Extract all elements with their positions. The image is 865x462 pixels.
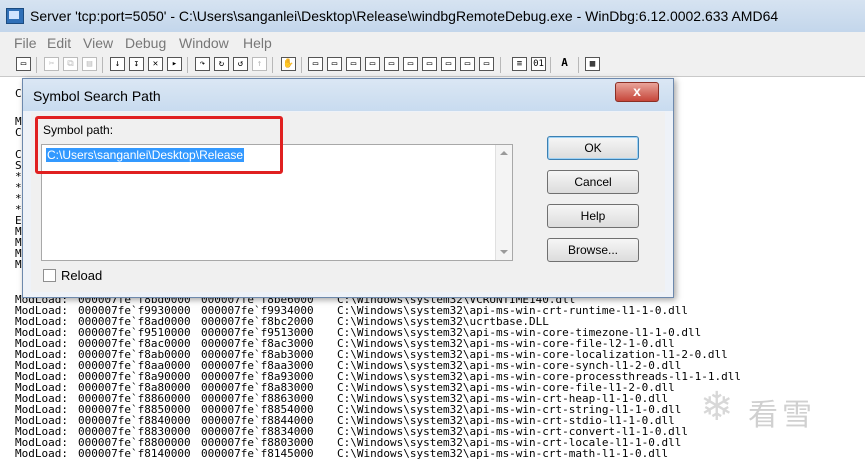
- step-out-icon[interactable]: ↷: [195, 57, 210, 71]
- snowflake-icon: ❄: [700, 385, 734, 429]
- copy-icon[interactable]: ⧉: [63, 57, 78, 71]
- menu-window[interactable]: Window: [179, 35, 229, 51]
- watermark-text: 看雪: [748, 399, 816, 432]
- window-title: Server 'tcp:port=5050' - C:\Users\sangan…: [30, 8, 779, 24]
- watch-icon[interactable]: ▭: [327, 57, 342, 71]
- hex-icon[interactable]: 01: [531, 57, 546, 71]
- menu-help[interactable]: Help: [243, 35, 272, 51]
- cmd-fragment: C: [15, 126, 22, 139]
- title-bar: Server 'tcp:port=5050' - C:\Users\sangan…: [0, 0, 865, 33]
- breakpoint-icon[interactable]: ↺: [233, 57, 248, 71]
- menu-edit[interactable]: Edit: [47, 35, 71, 51]
- locals-icon[interactable]: ▭: [346, 57, 361, 71]
- ok-button[interactable]: OK: [547, 136, 639, 160]
- command-icon[interactable]: ▭: [308, 57, 323, 71]
- go-icon[interactable]: ▸: [167, 57, 182, 71]
- cancel-button[interactable]: Cancel: [547, 170, 639, 194]
- reload-label: Reload: [61, 268, 103, 283]
- close-icon: x: [633, 83, 641, 99]
- menu-file[interactable]: File: [14, 35, 37, 51]
- disassembly-icon[interactable]: ▭: [422, 57, 437, 71]
- close-button[interactable]: x: [615, 82, 659, 102]
- symbol-search-path-dialog: Symbol Search Path x Symbol path: C:\Use…: [22, 78, 674, 298]
- dialog-title: Symbol Search Path: [33, 88, 161, 104]
- break-icon[interactable]: ✕: [148, 57, 163, 71]
- dialog-body: Symbol path: C:\Users\sanganlei\Desktop\…: [31, 112, 665, 292]
- reload-checkbox[interactable]: [43, 269, 56, 282]
- modload-label: ModLoad:: [15, 447, 68, 460]
- modload-start: 000007fe`f8140000: [78, 447, 191, 460]
- paste-icon[interactable]: ▤: [82, 57, 97, 71]
- dialog-title-bar: Symbol Search Path x: [23, 79, 673, 111]
- memory-icon[interactable]: ▭: [384, 57, 399, 71]
- source-mode-icon[interactable]: ≡: [512, 57, 527, 71]
- menu-view[interactable]: View: [83, 35, 113, 51]
- hand-icon[interactable]: ✋: [281, 57, 296, 71]
- scroll-up-icon[interactable]: [500, 151, 508, 155]
- source-icon[interactable]: ▭: [479, 57, 494, 71]
- disabled-step-icon[interactable]: ↑: [252, 57, 267, 71]
- call-stack-icon[interactable]: ▭: [403, 57, 418, 71]
- symbol-path-scrollbar[interactable]: [495, 145, 512, 260]
- processes-icon[interactable]: ▭: [460, 57, 475, 71]
- windbg-app-icon: [6, 8, 24, 24]
- red-highlight-annotation: [35, 116, 283, 174]
- step-over-icon[interactable]: ↧: [129, 57, 144, 71]
- run-to-cursor-icon[interactable]: ↻: [214, 57, 229, 71]
- cmd-fragment: C: [15, 87, 22, 100]
- cut-icon[interactable]: ✂: [44, 57, 59, 71]
- menu-bar: File Edit View Debug Window Help: [0, 32, 865, 54]
- help-button[interactable]: Help: [547, 204, 639, 228]
- scratch-pad-icon[interactable]: ▭: [441, 57, 456, 71]
- options-icon[interactable]: ▦: [585, 57, 600, 71]
- modload-end: 000007fe`f8145000: [201, 447, 314, 460]
- modload-path: C:\Windows\system32\api-ms-win-crt-math-…: [337, 447, 669, 460]
- font-icon[interactable]: A: [557, 57, 572, 71]
- registers-icon[interactable]: ▭: [365, 57, 380, 71]
- toolbar: ▭ ✂ ⧉ ▤ ↓ ↧ ✕ ▸ ↷ ↻ ↺ ↑ ✋ ▭ ▭ ▭ ▭ ▭ ▭ ▭ …: [0, 54, 865, 77]
- menu-debug[interactable]: Debug: [125, 35, 166, 51]
- open-icon[interactable]: ▭: [16, 57, 31, 71]
- cmd-fragment: M: [15, 258, 22, 271]
- browse-button[interactable]: Browse...: [547, 238, 639, 262]
- step-into-icon[interactable]: ↓: [110, 57, 125, 71]
- watermark: ❄ 看雪: [700, 380, 860, 440]
- scroll-down-icon[interactable]: [500, 250, 508, 254]
